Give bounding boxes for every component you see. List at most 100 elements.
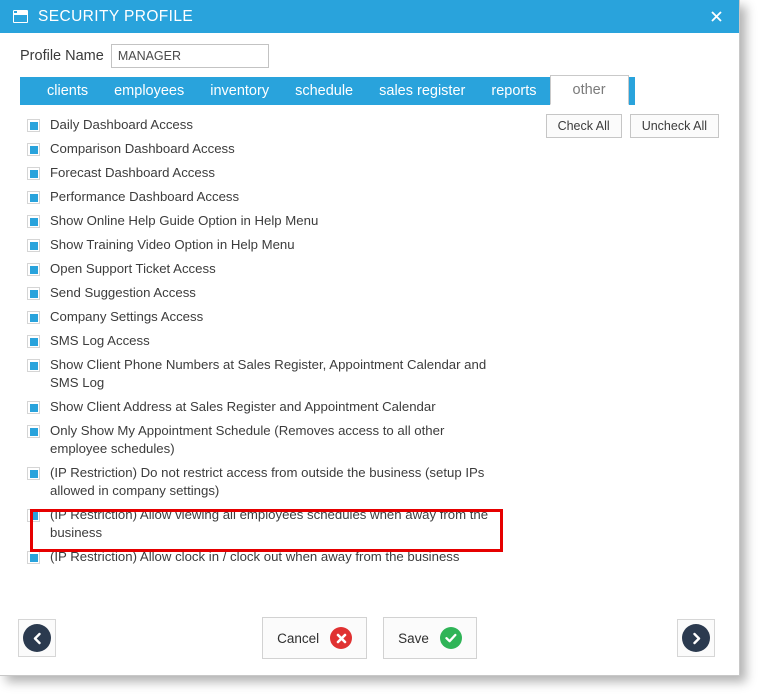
permission-checkbox[interactable] — [27, 509, 40, 522]
checkbox-checked-icon — [29, 169, 38, 178]
permission-label: Only Show My Appointment Schedule (Remov… — [50, 423, 445, 456]
permission-item[interactable]: SMS Log Access — [20, 329, 719, 353]
tab-label: inventory — [210, 83, 270, 99]
checkbox-checked-icon — [29, 121, 38, 130]
tab-employees[interactable]: employees — [101, 77, 197, 105]
checkbox-checked-icon — [29, 361, 38, 370]
checkbox-checked-icon — [29, 469, 38, 478]
checkbox-checked-icon — [29, 427, 38, 436]
tab-other[interactable]: other — [549, 75, 629, 105]
permission-item[interactable]: Forecast Dashboard Access — [20, 161, 719, 185]
permission-label: Open Support Ticket Access — [50, 261, 216, 276]
tab-schedule[interactable]: schedule — [282, 77, 366, 105]
permission-item[interactable]: Show Client Phone Numbers at Sales Regis… — [20, 353, 719, 395]
checkbox-checked-icon — [29, 337, 38, 346]
permissions-list: Daily Dashboard Access Comparison Dashboa… — [20, 113, 719, 569]
checkbox-checked-icon — [29, 145, 38, 154]
permission-item[interactable]: (IP Restriction) Do not restrict access … — [20, 461, 719, 503]
checkbox-checked-icon — [29, 217, 38, 226]
permission-checkbox[interactable] — [27, 551, 40, 564]
permission-label: Forecast Dashboard Access — [50, 165, 215, 180]
checkbox-checked-icon — [29, 289, 38, 298]
permission-checkbox[interactable] — [27, 335, 40, 348]
permission-checkbox[interactable] — [27, 167, 40, 180]
tab-label: reports — [491, 83, 537, 99]
tab-label: other — [572, 82, 606, 98]
checkbox-checked-icon — [29, 553, 38, 562]
permission-label: Comparison Dashboard Access — [50, 141, 235, 156]
tab-label: clients — [47, 83, 89, 99]
permission-label: Show Online Help Guide Option in Help Me… — [50, 213, 319, 228]
permission-tabs: clients employees inventory schedule sales r… — [20, 75, 635, 105]
tab-label: employees — [114, 83, 185, 99]
check-all-button[interactable]: Check All — [545, 114, 622, 138]
permission-label: (IP Restriction) Allow viewing all emplo… — [50, 507, 489, 540]
permission-checkbox[interactable] — [27, 119, 40, 132]
permission-label: Show Client Phone Numbers at Sales Regis… — [50, 357, 487, 390]
bulk-action-buttons: Check All Uncheck All — [545, 114, 719, 138]
permission-item[interactable]: (IP Restriction) Allow clock in / clock … — [20, 545, 719, 569]
permission-checkbox[interactable] — [27, 359, 40, 372]
tab-sales-register[interactable]: sales register — [366, 77, 478, 105]
permission-checkbox[interactable] — [27, 287, 40, 300]
tab-reports[interactable]: reports — [478, 77, 549, 105]
permission-label: Daily Dashboard Access — [50, 117, 193, 132]
window-form-icon — [13, 10, 28, 23]
permission-checkbox[interactable] — [27, 467, 40, 480]
permission-item[interactable]: Comparison Dashboard Access — [20, 137, 719, 161]
permission-checkbox[interactable] — [27, 215, 40, 228]
permission-item[interactable]: Send Suggestion Access — [20, 281, 719, 305]
checkbox-checked-icon — [29, 241, 38, 250]
permission-checkbox[interactable] — [27, 401, 40, 414]
permission-label: (IP Restriction) Allow clock in / clock … — [50, 549, 460, 564]
permission-checkbox[interactable] — [27, 191, 40, 204]
permission-label: (IP Restriction) Do not restrict access … — [50, 465, 485, 498]
save-button[interactable]: Save — [383, 617, 477, 659]
security-profile-window: SECURITY PROFILE Profile Name clients emp… — [0, 0, 740, 676]
window-title: SECURITY PROFILE — [38, 7, 194, 25]
permission-item[interactable]: Company Settings Access — [20, 305, 719, 329]
next-page-button[interactable] — [677, 619, 715, 657]
tab-clients[interactable]: clients — [34, 77, 101, 105]
checkbox-checked-icon — [29, 511, 38, 520]
check-circle-icon — [439, 627, 462, 649]
cancel-button-label: Cancel — [277, 630, 320, 646]
profile-name-row: Profile Name — [0, 33, 739, 77]
profile-name-label: Profile Name — [20, 48, 104, 64]
profile-name-input[interactable] — [110, 44, 269, 68]
permission-label: Company Settings Access — [50, 309, 204, 324]
permission-item[interactable]: Show Client Address at Sales Register an… — [20, 395, 719, 419]
tab-inventory[interactable]: inventory — [197, 77, 282, 105]
checkbox-checked-icon — [29, 265, 38, 274]
checkbox-checked-icon — [29, 313, 38, 322]
permission-item[interactable]: Show Online Help Guide Option in Help Me… — [20, 209, 719, 233]
permission-label: Show Training Video Option in Help Menu — [50, 237, 295, 252]
permission-checkbox[interactable] — [27, 425, 40, 438]
permission-label: SMS Log Access — [50, 333, 150, 348]
uncheck-all-button[interactable]: Uncheck All — [629, 114, 719, 138]
window-footer: Cancel Save — [0, 601, 739, 675]
permission-checkbox[interactable] — [27, 311, 40, 324]
permission-item[interactable]: Open Support Ticket Access — [20, 257, 719, 281]
permission-checkbox[interactable] — [27, 239, 40, 252]
permission-item[interactable]: Performance Dashboard Access — [20, 185, 719, 209]
permissions-panel: Check All Uncheck All Daily Dashboard Ac… — [20, 105, 719, 595]
permission-item[interactable]: Only Show My Appointment Schedule (Remov… — [20, 419, 719, 461]
permission-checkbox[interactable] — [27, 143, 40, 156]
action-buttons: Cancel Save — [0, 617, 739, 659]
permission-label: Send Suggestion Access — [50, 285, 196, 300]
permission-checkbox[interactable] — [27, 263, 40, 276]
permission-item[interactable]: (IP Restriction) Allow viewing all emplo… — [20, 503, 719, 545]
cancel-x-circle-icon — [330, 627, 353, 649]
permission-item[interactable]: Show Training Video Option in Help Menu — [20, 233, 719, 257]
cancel-button[interactable]: Cancel — [262, 617, 368, 659]
close-icon — [710, 11, 722, 22]
permission-label: Performance Dashboard Access — [50, 189, 240, 204]
tab-label: sales register — [379, 83, 466, 99]
checkbox-checked-icon — [29, 193, 38, 202]
close-button[interactable] — [693, 0, 739, 33]
tab-label: schedule — [295, 83, 354, 99]
window-titlebar: SECURITY PROFILE — [0, 0, 739, 33]
checkbox-checked-icon — [29, 403, 38, 412]
save-button-label: Save — [398, 630, 429, 646]
